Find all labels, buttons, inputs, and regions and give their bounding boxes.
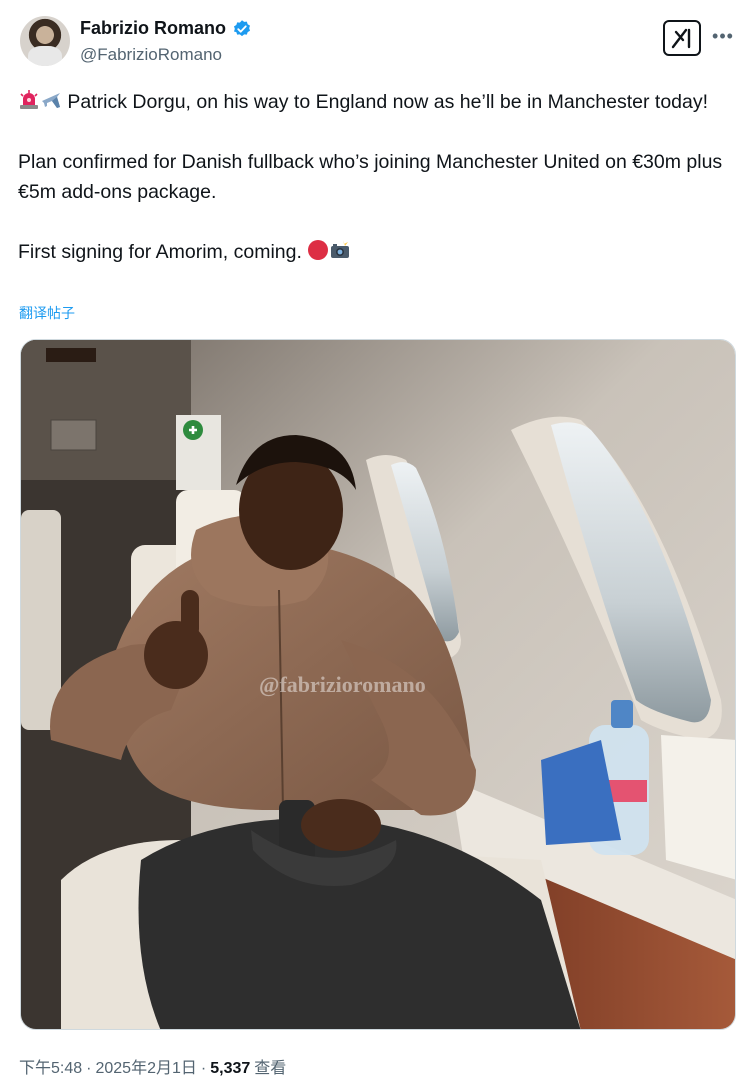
avatar[interactable] (20, 16, 70, 66)
verified-badge-icon (234, 19, 251, 36)
tweet-line3-text: First signing for Amorim, coming. (18, 241, 302, 263)
airplane-emoji-icon (42, 93, 60, 108)
author-display-name[interactable]: Fabrizio Romano (80, 18, 226, 39)
tweet-body: Patrick Dorgu, on his way to England now… (18, 87, 738, 267)
red-circle-emoji-icon (308, 240, 329, 260)
tweet-header: Fabrizio Romano @FabrizioRomano ••• (20, 14, 735, 70)
tweet-date[interactable]: 2025年2月1日 (95, 1054, 196, 1078)
tweet-line1-text: Patrick Dorgu, on his way to England now… (67, 91, 709, 113)
grok-icon[interactable] (663, 20, 701, 56)
avatar-shirt (28, 46, 62, 66)
tweet-time[interactable]: 下午5:48 (19, 1054, 82, 1078)
views-label: 查看 (254, 1060, 287, 1077)
photo-watermark: @fabrizioromano (259, 672, 426, 697)
camera-flash-emoji-icon (331, 240, 350, 258)
siren-emoji-icon (20, 90, 38, 109)
tweet-photo[interactable]: @fabrizioromano (20, 339, 736, 1030)
jet-cabin-photo: @fabrizioromano (21, 340, 735, 1029)
author-handle[interactable]: @FabrizioRomano (80, 45, 222, 65)
meta-separator-2: · (200, 1060, 207, 1077)
translate-post-link[interactable]: 翻译帖子 (19, 303, 75, 323)
tweet-meta: 下午5:48 · 2025年2月1日 · 5,337 查看 (19, 1054, 286, 1078)
views-count: 5,337 (210, 1060, 251, 1077)
author-name-row: Fabrizio Romano (80, 18, 252, 39)
grok-glyph-icon (671, 28, 691, 49)
meta-separator: · (86, 1060, 92, 1077)
tweet-paragraph-1: Patrick Dorgu, on his way to England now… (18, 87, 738, 117)
tweet-paragraph-3: First signing for Amorim, coming. (18, 237, 738, 267)
more-icon[interactable]: ••• (711, 24, 735, 48)
tweet-paragraph-2: Plan confirmed for Danish fullback who’s… (18, 151, 723, 203)
